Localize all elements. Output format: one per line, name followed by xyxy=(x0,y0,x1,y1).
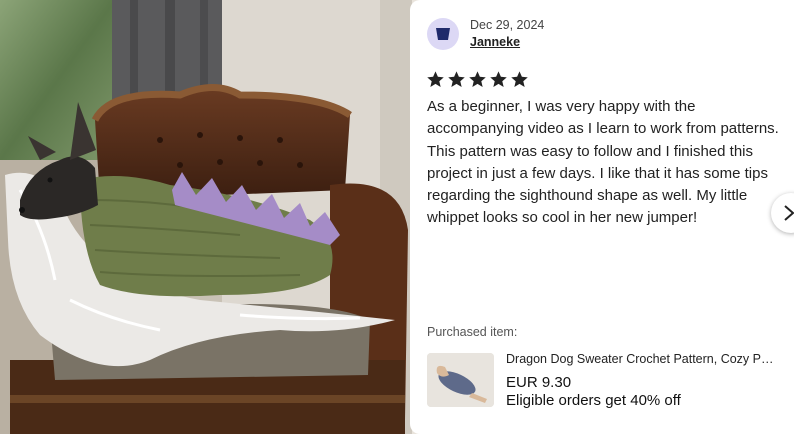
review-card: Dec 29, 2024 Janneke As a beginner, I wa… xyxy=(410,0,794,434)
review-date: Dec 29, 2024 xyxy=(470,18,545,32)
review-photo[interactable] xyxy=(0,0,412,434)
star-icon xyxy=(469,71,486,88)
star-icon xyxy=(427,71,444,88)
review-text: As a beginner, I was very happy with the… xyxy=(427,98,779,227)
chevron-right-icon xyxy=(784,205,794,221)
purchased-item-price: EUR 9.30 xyxy=(506,374,572,391)
star-rating xyxy=(426,70,529,89)
purchased-item-thumbnail[interactable] xyxy=(427,353,494,407)
star-icon xyxy=(448,71,465,88)
thumbnail-dog-in-sweater xyxy=(427,353,494,407)
star-icon xyxy=(490,71,507,88)
star-icon xyxy=(511,71,528,88)
purchased-item-label: Purchased item: xyxy=(427,325,518,339)
photo-whippet-in-dragon-sweater xyxy=(0,0,412,434)
reviewer-name-link[interactable]: Janneke xyxy=(470,35,520,49)
reviewer-avatar[interactable] xyxy=(427,18,459,50)
purchased-item-title[interactable]: Dragon Dog Sweater Crochet Pattern, Cozy… xyxy=(506,352,780,366)
avatar-placeholder-icon xyxy=(436,28,450,40)
purchased-item-promo: Eligible orders get 40% off xyxy=(506,392,681,409)
